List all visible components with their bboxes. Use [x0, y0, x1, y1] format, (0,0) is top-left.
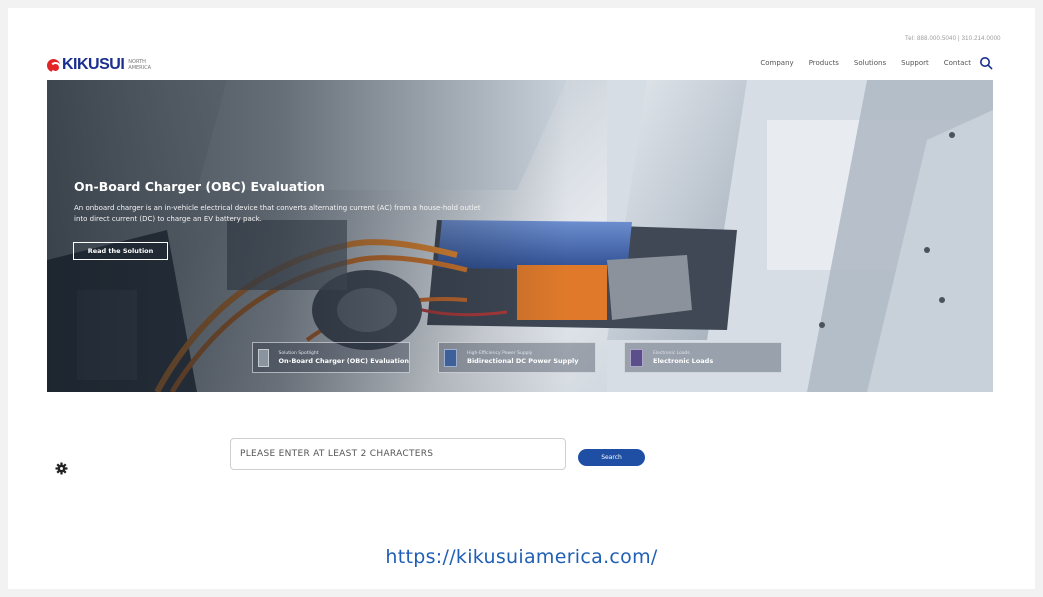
nav-solutions[interactable]: Solutions: [854, 59, 886, 67]
search-icon[interactable]: [979, 56, 993, 70]
card-eyebrow: Solution Spotlight: [278, 350, 319, 356]
hero-banner: On-Board Charger (OBC) Evaluation An onb…: [47, 80, 993, 392]
feature-card-electronic-loads[interactable]: Electronic Loads Electronic Loads: [624, 342, 782, 373]
card-title: On-Board Charger (OBC) Evaluation: [278, 356, 410, 365]
logo-mark-icon: [47, 58, 61, 73]
search-input[interactable]: [230, 438, 566, 470]
gear-icon[interactable]: [55, 462, 68, 475]
main-nav: Company Products Solutions Support Conta…: [760, 59, 971, 67]
site-header: KIKUSUI NORTH AMERICA Company Products S…: [47, 50, 993, 78]
logo-subtitle: NORTH AMERICA: [128, 59, 151, 71]
card-thumbnail-icon: [444, 348, 457, 367]
feature-card-bidirectional-dc[interactable]: High-Efficiency Power Supply Bidirection…: [438, 342, 596, 373]
card-thumbnail-icon: [630, 348, 643, 367]
nav-products[interactable]: Products: [809, 59, 839, 67]
nav-support[interactable]: Support: [901, 59, 929, 67]
card-title: Electronic Loads: [653, 356, 714, 365]
logo-subtitle-line-2: AMERICA: [128, 65, 152, 71]
logo-text: KIKUSUI: [62, 56, 125, 73]
card-thumbnail-icon: [258, 348, 269, 367]
nav-company[interactable]: Company: [760, 59, 793, 67]
kikusui-logo[interactable]: KIKUSUI NORTH AMERICA: [47, 56, 151, 74]
card-title: Bidirectional DC Power Supply: [467, 356, 579, 365]
header-contact[interactable]: Tel: 888.000.5040 | 310.214.0000: [905, 36, 1001, 42]
hero-description: An onboard charger is an in-vehicle elec…: [74, 204, 481, 223]
card-eyebrow: Electronic Loads: [653, 350, 690, 356]
search-button[interactable]: Search: [578, 449, 645, 466]
feature-card-obc[interactable]: Solution Spotlight On-Board Charger (OBC…: [252, 342, 410, 373]
card-eyebrow: High-Efficiency Power Supply: [467, 350, 533, 356]
site-url[interactable]: https://kikusuiamerica.com/: [0, 546, 1043, 568]
hero-title: On-Board Charger (OBC) Evaluation: [74, 179, 325, 194]
hero-feature-cards: Solution Spotlight On-Board Charger (OBC…: [252, 342, 782, 373]
read-solution-button[interactable]: Read the Solution: [73, 242, 168, 260]
nav-contact[interactable]: Contact: [944, 59, 971, 67]
